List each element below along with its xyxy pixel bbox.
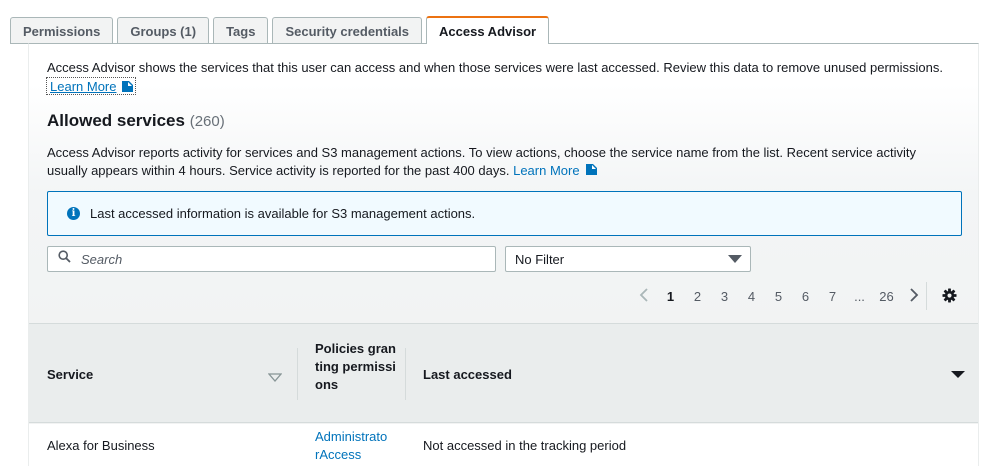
page-button-7[interactable]: 7 <box>819 289 846 304</box>
services-count: (260) <box>189 113 225 130</box>
column-divider <box>297 348 298 400</box>
page-button-1[interactable]: 1 <box>657 289 684 304</box>
column-divider <box>405 348 406 400</box>
tab-tags[interactable]: Tags <box>213 17 269 44</box>
tab-access-advisor[interactable]: Access Advisor <box>426 16 550 44</box>
pagination: 1 2 3 4 5 6 7 ... 26 <box>630 285 927 307</box>
learn-more-label: Learn More <box>50 78 117 94</box>
alert-text: Last accessed information is available f… <box>90 206 476 221</box>
column-header-service[interactable]: Service <box>47 367 93 382</box>
page-button-2[interactable]: 2 <box>684 289 711 304</box>
description-text: Access Advisor reports activity for serv… <box>47 145 916 178</box>
search-box[interactable] <box>47 246 496 272</box>
access-advisor-panel: Access Advisor shows the services that t… <box>28 43 979 467</box>
intro-text: Access Advisor shows the services that t… <box>47 60 943 75</box>
tab-bar: Permissions Groups (1) Tags Security cre… <box>10 16 553 44</box>
allowed-services-title: Allowed services <box>47 111 185 130</box>
prev-page-icon[interactable] <box>630 287 657 305</box>
cell-last-accessed: Not accessed in the tracking period <box>423 438 627 453</box>
page-button-3[interactable]: 3 <box>711 289 738 304</box>
gear-icon[interactable] <box>942 288 957 308</box>
info-alert: i Last accessed information is available… <box>47 191 962 236</box>
cell-service[interactable]: Alexa for Business <box>47 438 155 453</box>
caret-down-icon <box>728 255 742 263</box>
column-header-policies: Policies granting permissions <box>315 341 396 392</box>
search-input[interactable] <box>79 250 479 268</box>
pager-divider <box>926 282 927 310</box>
external-link-icon <box>585 164 597 175</box>
table-row: Alexa for Business AdministratorAccess N… <box>29 424 978 467</box>
services-description: Access Advisor reports activity for serv… <box>47 144 957 180</box>
external-link-icon <box>122 80 134 92</box>
page-button-6[interactable]: 6 <box>792 289 819 304</box>
sort-caret-icon[interactable] <box>267 369 283 387</box>
page-button-5[interactable]: 5 <box>765 289 792 304</box>
search-icon <box>58 250 71 268</box>
column-header-last-accessed[interactable]: Last accessed <box>423 367 512 382</box>
learn-more-label-2: Learn More <box>513 163 580 178</box>
page-button-4[interactable]: 4 <box>738 289 765 304</box>
tab-permissions[interactable]: Permissions <box>10 17 114 44</box>
page-ellipsis: ... <box>854 288 865 304</box>
caret-down-icon[interactable] <box>951 371 965 378</box>
tab-groups[interactable]: Groups (1) <box>117 17 210 44</box>
table-header: Service Policies granting permissions La… <box>29 323 978 423</box>
tab-divider <box>10 43 28 44</box>
filter-selected-value: No Filter <box>515 251 565 267</box>
page-button-26[interactable]: 26 <box>873 289 900 304</box>
info-icon: i <box>67 207 80 220</box>
learn-more-link[interactable]: Learn More <box>46 77 137 95</box>
learn-more-link-2[interactable]: Learn More <box>513 163 597 178</box>
next-page-icon[interactable] <box>900 287 927 305</box>
tab-security-credentials[interactable]: Security credentials <box>272 17 423 44</box>
policy-link[interactable]: AdministratorAccess <box>315 428 391 464</box>
filter-select[interactable]: No Filter <box>505 246 751 272</box>
page-title: Allowed services (260) <box>47 111 225 131</box>
